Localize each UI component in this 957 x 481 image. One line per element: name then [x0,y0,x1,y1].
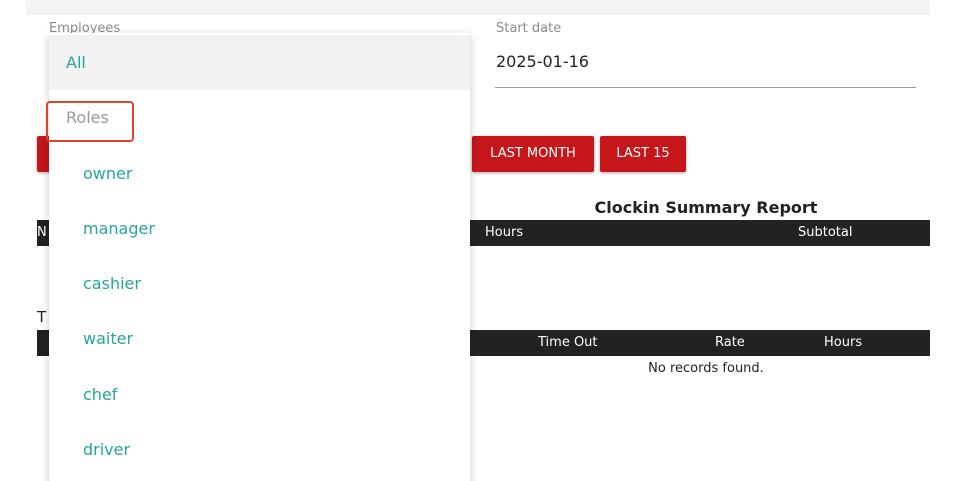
last-month-button[interactable]: LAST MONTH [472,136,594,172]
last-15-button[interactable]: LAST 15 [600,136,686,172]
top-bar [26,0,930,15]
dropdown-option-owner[interactable]: owner [49,146,470,201]
dropdown-option-all[interactable]: All [49,35,470,90]
dropdown-option-cashier[interactable]: cashier [49,256,470,311]
start-date-label: Start date [496,21,562,36]
dropdown-option-chef[interactable]: chef [49,367,470,422]
header-hours-detail: Hours [824,335,863,350]
header-rate: Rate [715,335,745,350]
start-date-underline [495,87,916,88]
header-time-out: Time Out [538,335,598,350]
summary-header-name-fragment: N [37,225,47,240]
roles-highlight-box [46,101,134,142]
start-date-input[interactable]: 2025-01-16 [496,52,589,71]
header-subtotal: Subtotal [798,225,853,240]
dropdown-option-waiter[interactable]: waiter [49,311,470,366]
no-records-message: No records found. [648,361,764,376]
dropdown-option-manager[interactable]: manager [49,201,470,256]
clockin-report-page: Employees Start date 2025-01-16 LAST MON… [0,0,957,481]
header-hours: Hours [485,225,524,240]
dropdown-option-driver[interactable]: driver [49,422,470,477]
total-label-fragment: T [37,308,47,326]
report-title: Clockin Summary Report [594,198,818,217]
